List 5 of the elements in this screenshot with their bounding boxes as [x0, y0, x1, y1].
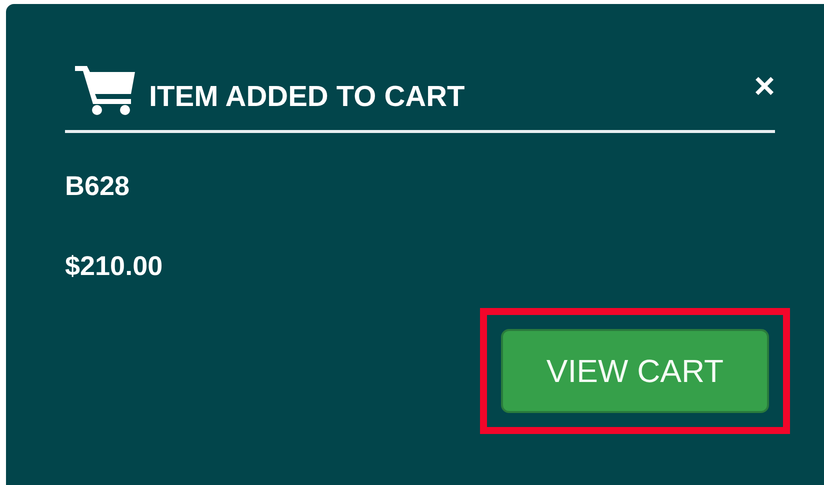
cart-icon [75, 64, 137, 116]
product-price: $210.00 [65, 250, 163, 282]
product-name: B628 [65, 170, 130, 202]
close-button[interactable]: × [754, 70, 775, 102]
popup-title: ITEM ADDED TO CART [149, 80, 465, 114]
